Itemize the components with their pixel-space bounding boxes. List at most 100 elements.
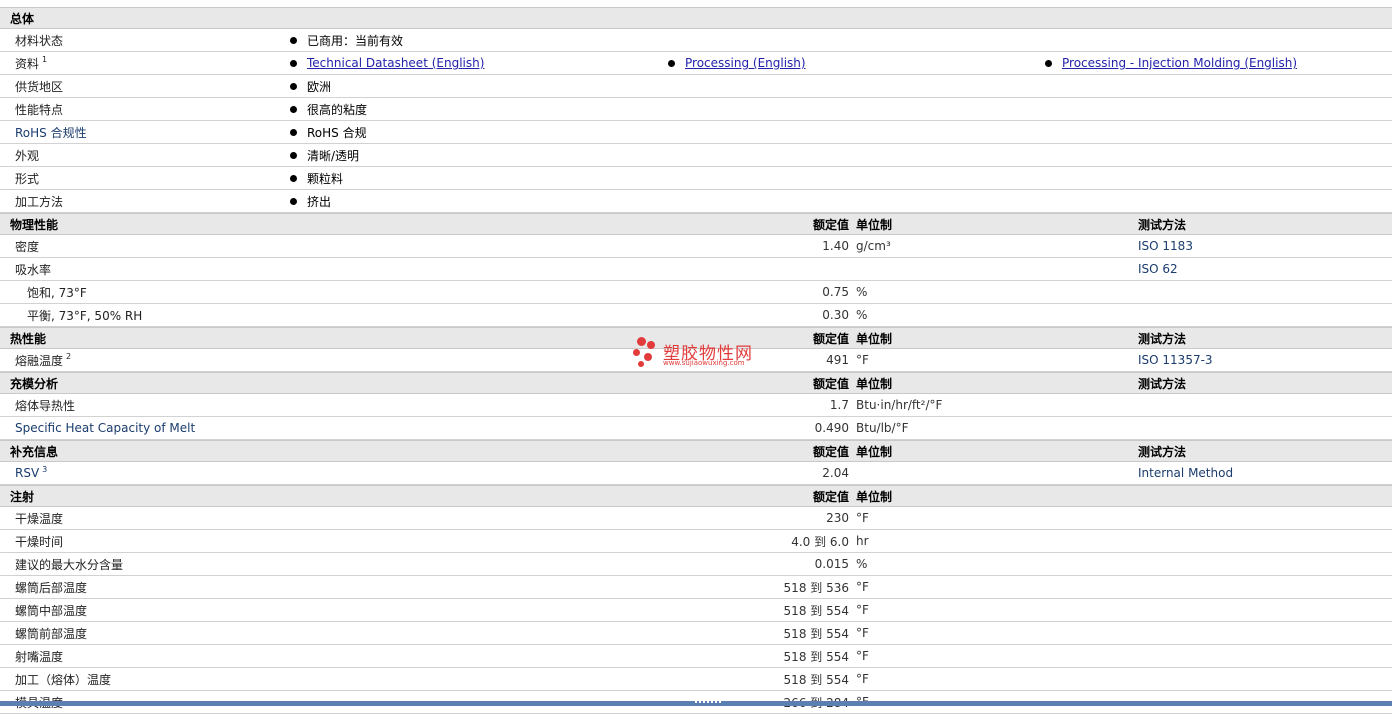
- column-header-value: 额定值: [812, 489, 849, 504]
- property-row: 加工（熔体）温度 518 到 554 °F: [0, 668, 1392, 691]
- property-value: 4.0 到 6.0: [791, 534, 849, 549]
- row-value: RoHS 合规: [290, 121, 367, 143]
- section-header: 物理性能 额定值 单位制 测试方法: [0, 213, 1392, 235]
- value-text: 清晰/透明: [307, 148, 360, 163]
- row-label-text: 形式: [15, 171, 40, 186]
- property-value: 0.30: [822, 308, 849, 322]
- document-link[interactable]: Technical Datasheet (English): [307, 56, 484, 70]
- row-value: 挤出: [290, 190, 331, 212]
- general-rows: 材料状态 已商用：当前有效 资料 1 Technical Datasheet (Engl…: [0, 29, 1392, 213]
- section-title: 总体: [10, 11, 35, 26]
- property-name: 熔融温度 2: [15, 349, 71, 371]
- property-row: 饱和, 73°F 0.75%: [0, 281, 1392, 304]
- document-link[interactable]: Processing - Injection Molding (English): [1062, 56, 1297, 70]
- property-name-text: Specific Heat Capacity of Melt: [15, 421, 196, 435]
- property-value: 518 到 536: [783, 580, 849, 595]
- row-label-text: 加工方法: [15, 194, 64, 209]
- property-unit: °F: [856, 353, 869, 367]
- row-value: 很高的粘度: [290, 98, 367, 120]
- row-label-text: 材料状态: [15, 33, 64, 48]
- property-name-text: RSV: [15, 466, 40, 480]
- property-value: 0.75: [822, 285, 849, 299]
- property-unit: °F: [856, 580, 869, 594]
- property-unit: °F: [856, 603, 869, 617]
- value-text: 颗粒料: [307, 171, 344, 186]
- row-value: Processing - Injection Molding (English): [1045, 52, 1297, 74]
- property-name-text: 螺筒后部温度: [15, 580, 88, 595]
- bullet-icon: [668, 59, 675, 67]
- general-row: 加工方法 挤出: [0, 190, 1392, 213]
- property-value: 1.40: [822, 239, 849, 253]
- property-name-text: 吸水率: [15, 262, 52, 277]
- row-value: Processing (English): [668, 52, 806, 74]
- property-value: 2.04: [822, 466, 849, 480]
- property-name: Specific Heat Capacity of Melt: [15, 417, 195, 439]
- property-row: 螺筒中部温度 518 到 554 °F: [0, 599, 1392, 622]
- property-name: 熔体导热性: [15, 394, 75, 416]
- value-text: RoHS 合规: [307, 125, 367, 140]
- property-value: 518 到 554: [783, 649, 849, 664]
- property-name-text: 密度: [15, 239, 40, 254]
- row-label-text: 外观: [15, 148, 40, 163]
- section-header: 充模分析 额定值 单位制 测试方法: [0, 372, 1392, 394]
- property-row: RSV 3 2.04 Internal Method: [0, 462, 1392, 485]
- general-row: 外观 清晰/透明: [0, 144, 1392, 167]
- property-row: 平衡, 73°F, 50% RH 0.30%: [0, 304, 1392, 327]
- property-name-text: 螺筒前部温度: [15, 626, 88, 641]
- property-name-text: 射嘴温度: [15, 649, 64, 664]
- bullet-icon: [290, 82, 297, 90]
- value-text: 很高的粘度: [307, 102, 368, 117]
- test-method: ISO 1183: [1138, 239, 1193, 253]
- row-value: 颗粒料: [290, 167, 343, 189]
- general-row: 材料状态 已商用：当前有效: [0, 29, 1392, 52]
- row-label-text: RoHS 合规性: [15, 125, 87, 140]
- footnote-marker: 2: [66, 351, 72, 361]
- property-name: 射嘴温度: [15, 645, 63, 667]
- column-header-test-method: 测试方法: [1138, 331, 1187, 346]
- property-unit: g/cm³: [856, 239, 891, 253]
- bullet-icon: [290, 105, 297, 113]
- property-row: 射嘴温度 518 到 554 °F: [0, 645, 1392, 668]
- property-name: 螺筒后部温度: [15, 576, 87, 598]
- document-link[interactable]: Processing (English): [685, 56, 806, 70]
- column-header-unit: 单位制: [856, 489, 893, 504]
- row-label-text: 资料: [15, 56, 40, 71]
- bullet-icon: [1045, 59, 1052, 67]
- section-header: 补充信息 额定值 单位制 测试方法: [0, 440, 1392, 462]
- row-value: 欧洲: [290, 75, 331, 97]
- property-name-text: 建议的最大水分含量: [15, 557, 124, 572]
- row-label: 形式: [15, 167, 39, 189]
- row-label: 加工方法: [15, 190, 63, 212]
- property-name: 平衡, 73°F, 50% RH: [27, 304, 142, 326]
- property-unit: Btu/lb/°F: [856, 421, 909, 435]
- section-title: 充模分析: [10, 376, 59, 391]
- row-label: 材料状态: [15, 29, 63, 51]
- property-row: 干燥时间 4.0 到 6.0 hr: [0, 530, 1392, 553]
- bullet-icon: [290, 151, 297, 159]
- general-row: RoHS 合规性 RoHS 合规: [0, 121, 1392, 144]
- property-value: 518 到 554: [783, 672, 849, 687]
- section-title: 补充信息: [10, 444, 59, 459]
- property-unit: Btu·in/hr/ft²/°F: [856, 398, 943, 412]
- column-header-unit: 单位制: [856, 331, 893, 346]
- property-value: 1.7: [829, 398, 849, 412]
- property-unit: hr: [856, 534, 869, 548]
- section-header: 热性能 额定值 单位制 测试方法: [0, 327, 1392, 349]
- general-row: 资料 1 Technical Datasheet (English) Processi…: [0, 52, 1392, 75]
- row-label: 外观: [15, 144, 39, 166]
- property-name-text: 饱和, 73°F: [27, 285, 87, 300]
- property-row: 熔体导热性 1.7 Btu·in/hr/ft²/°F: [0, 394, 1392, 417]
- bottom-bar-marker: [695, 701, 721, 706]
- bullet-icon: [290, 197, 297, 205]
- property-value: 0.490: [814, 421, 849, 435]
- column-header-value: 额定值: [812, 376, 849, 391]
- property-row: 螺筒前部温度 518 到 554 °F: [0, 622, 1392, 645]
- general-row: 供货地区 欧洲: [0, 75, 1392, 98]
- property-name: RSV 3: [15, 462, 47, 484]
- footnote-marker: 3: [42, 464, 48, 474]
- property-unit: °F: [856, 511, 869, 525]
- property-sections: 物理性能 额定值 单位制 测试方法密度 1.40 g/cm³ ISO 1183 吸水率 ISO …: [0, 213, 1392, 714]
- property-row: 吸水率 ISO 62: [0, 258, 1392, 281]
- datasheet-table: 总体 材料状态 已商用：当前有效 资料 1 Technical Datasheet (E…: [0, 7, 1392, 714]
- property-name-text: 平衡, 73°F, 50% RH: [27, 308, 143, 323]
